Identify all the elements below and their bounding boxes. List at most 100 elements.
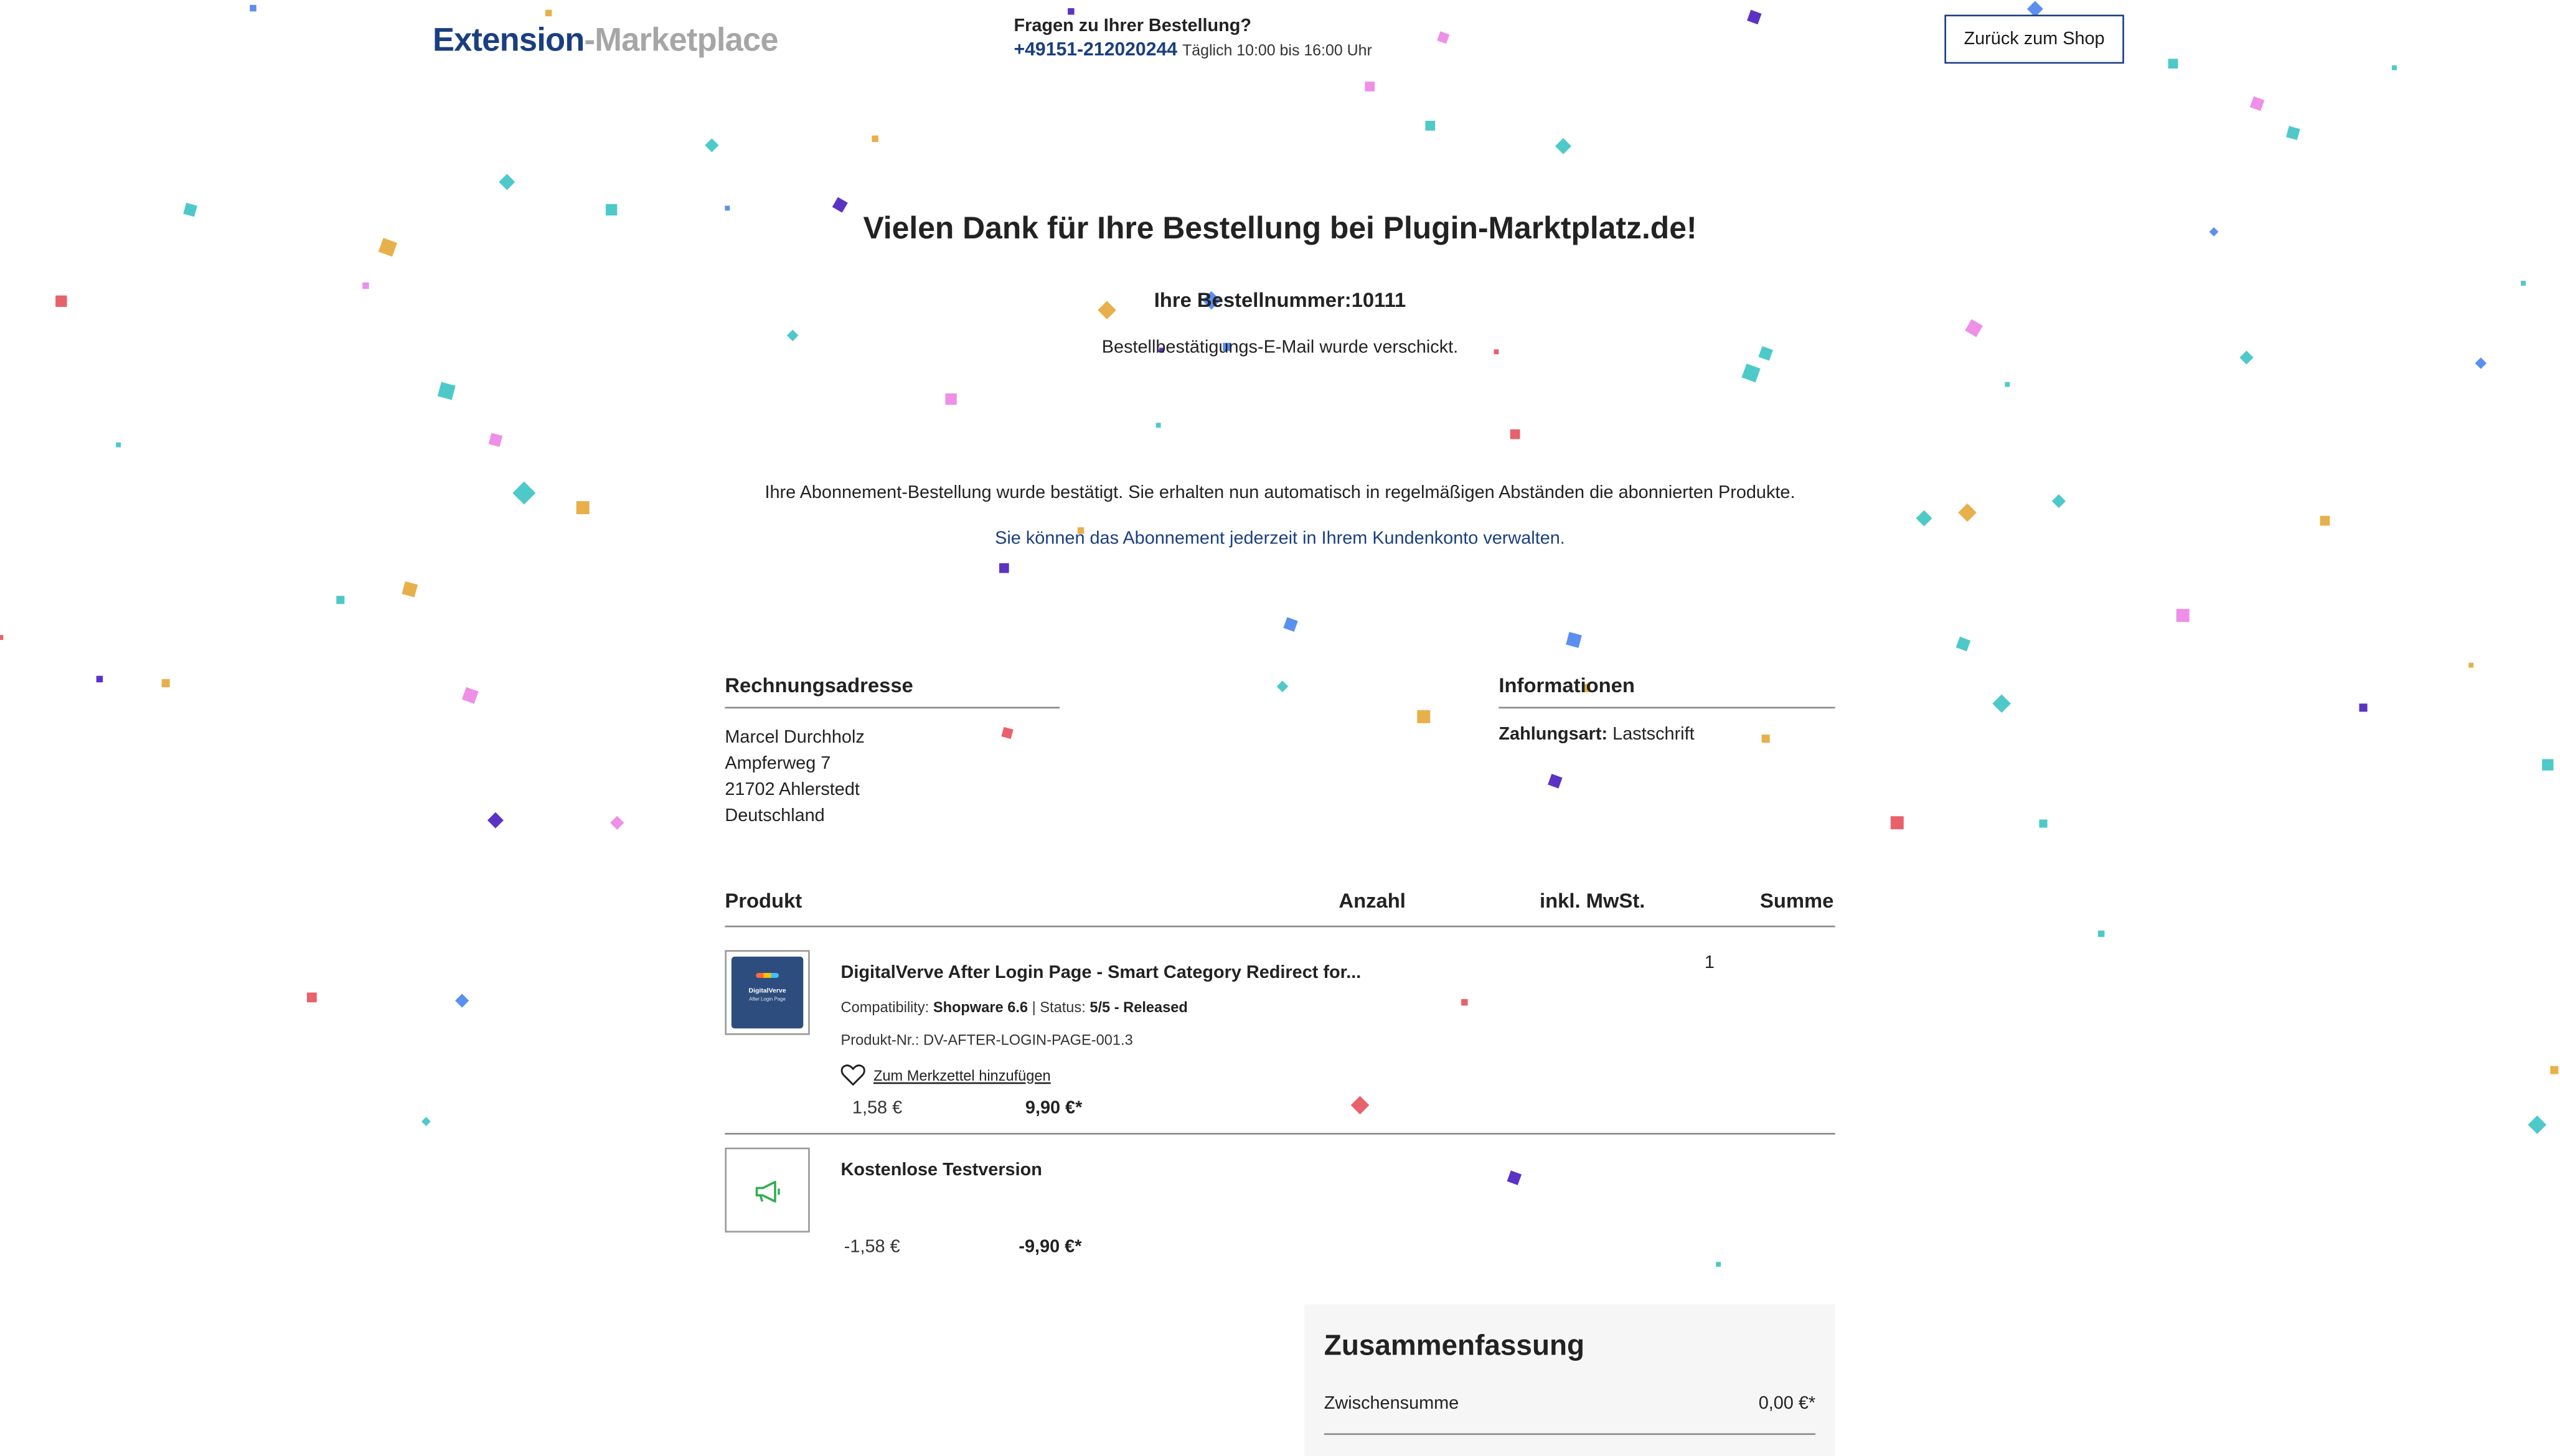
payment-method: Zahlungsart: Lastschrift xyxy=(1499,725,1694,744)
confetti-piece xyxy=(1890,816,1904,830)
free-trial-thumbnail xyxy=(725,1147,810,1233)
product-compatibility: Compatibility: Shopware 6.6 | Status: 5/… xyxy=(840,998,1188,1016)
product-logo-icon xyxy=(756,972,779,978)
confetti-piece xyxy=(1506,1170,1521,1185)
confetti-piece xyxy=(1437,31,1450,44)
product-name[interactable]: DigitalVerve After Login Page - Smart Ca… xyxy=(841,963,1362,982)
column-product: Produkt xyxy=(725,890,802,913)
logo-main-text: Extension xyxy=(432,22,585,59)
billing-street: Ampferweg 7 xyxy=(725,754,831,774)
confetti-piece xyxy=(421,1117,431,1127)
order-number-label: Ihre Bestellnummer: xyxy=(1154,289,1352,312)
confetti-piece xyxy=(1554,137,1571,154)
confetti-piece xyxy=(1761,733,1769,742)
confetti-piece xyxy=(1741,362,1760,382)
confetti-piece xyxy=(1425,121,1436,131)
confetti-piece xyxy=(831,196,847,212)
confetti-piece xyxy=(2520,279,2525,285)
confetti-piece xyxy=(1276,680,1287,692)
confetti-piece xyxy=(402,581,418,598)
summary-heading: Zusammenfassung xyxy=(1324,1328,1585,1362)
confetti-piece xyxy=(1965,319,1983,337)
confetti-piece xyxy=(1350,1096,1370,1115)
confetti-piece xyxy=(96,675,103,683)
confetti-piece xyxy=(610,815,624,830)
confetti-piece xyxy=(724,205,729,210)
free-trial-tax: -1,58 € xyxy=(844,1237,900,1257)
compat-label: Compatibility: xyxy=(840,998,929,1016)
free-trial-name: Kostenlose Testversion xyxy=(840,1160,1042,1181)
heart-icon xyxy=(840,1064,865,1086)
free-trial-sum: -9,90 €* xyxy=(1019,1237,1082,1257)
subtotal-value: 0,00 €* xyxy=(1758,1394,1816,1414)
confetti-piece xyxy=(497,173,514,190)
confetti-piece xyxy=(2004,381,2009,387)
item-quantity: 1 xyxy=(1704,953,1715,973)
compat-value: Shopware 6.6 xyxy=(933,998,1028,1016)
confetti-piece xyxy=(2541,758,2553,770)
payment-label: Zahlungsart: xyxy=(1499,725,1608,744)
status-label: Status: xyxy=(1040,998,1086,1016)
page-title: Vielen Dank für Ihre Bestellung bei Plug… xyxy=(863,212,1697,247)
subscription-notice: Ihre Abonnement-Bestellung wurde bestäti… xyxy=(765,483,1795,503)
confetti-piece xyxy=(2285,125,2300,139)
confetti-piece xyxy=(2391,64,2396,70)
thumb-subtitle: After Login Page xyxy=(749,995,786,1003)
sku-value: DV-AFTER-LOGIN-PAGE-001.3 xyxy=(923,1031,1133,1048)
confetti-piece xyxy=(1958,503,1977,522)
billing-heading: Rechnungsadresse xyxy=(725,674,1060,709)
thumb-title: DigitalVerve xyxy=(748,985,786,995)
billing-country: Deutschland xyxy=(725,806,825,826)
confetti-piece xyxy=(2038,819,2047,827)
confetti-piece xyxy=(1915,509,1932,526)
confetti-piece xyxy=(2358,702,2367,712)
manage-subscription-link[interactable]: Sie können das Abonnement jederzeit in I… xyxy=(0,529,2560,548)
logo[interactable]: Extension-Marketplace xyxy=(432,22,779,60)
confetti-piece xyxy=(2549,1065,2558,1074)
add-to-wishlist-button[interactable]: Zum Merkzettel hinzufügen xyxy=(840,1064,1051,1086)
confetti-piece xyxy=(1155,421,1160,427)
confetti-piece xyxy=(999,563,1009,573)
confetti-piece xyxy=(1068,8,1075,15)
confetti-piece xyxy=(1546,773,1562,788)
order-number-value: 10111 xyxy=(1351,289,1406,312)
confetti-piece xyxy=(2097,930,2105,937)
confetti-piece xyxy=(335,594,344,603)
mail-sent-notice: Bestellbestätigungs-E-Mail wurde verschi… xyxy=(1101,337,1459,358)
help-contact: Fragen zu Ihrer Bestellung? +49151-21202… xyxy=(1014,16,1372,60)
column-quantity: Anzahl xyxy=(1339,890,1406,913)
confetti-piece xyxy=(944,392,956,405)
confetti-piece xyxy=(0,634,2,639)
confetti-piece xyxy=(2176,609,2190,622)
confetti-piece xyxy=(1417,710,1431,723)
confetti-piece xyxy=(2528,1115,2547,1134)
product-thumbnail[interactable]: DigitalVerve After Login Page xyxy=(725,950,810,1035)
column-sum: Summe xyxy=(1760,890,1834,913)
confetti-piece xyxy=(2474,356,2486,369)
confetti-piece xyxy=(705,138,719,153)
confetti-piece xyxy=(1955,636,1970,651)
billing-city: 21702 Ahlerstedt xyxy=(725,780,860,801)
confetti-piece xyxy=(461,687,479,704)
confetti-piece xyxy=(455,993,469,1008)
confetti-piece xyxy=(1566,632,1582,648)
order-summary: Zusammenfassung Zwischensumme 0,00 €* xyxy=(1304,1304,1835,1456)
confetti-piece xyxy=(115,441,120,447)
confetti-piece xyxy=(1746,9,1761,24)
subtotal-label: Zwischensumme xyxy=(1324,1394,1459,1414)
status-value: 5/5 - Released xyxy=(1089,998,1188,1016)
phone-link[interactable]: +49151-212020244 xyxy=(1014,41,1177,60)
wishlist-label: Zum Merkzettel hinzufügen xyxy=(873,1066,1051,1083)
megaphone-icon xyxy=(755,1180,780,1203)
confetti-piece xyxy=(1992,694,2011,713)
confetti-piece xyxy=(436,381,455,400)
back-to-shop-button[interactable]: Zurück zum Shop xyxy=(1944,14,2124,64)
confetti-piece xyxy=(872,135,878,143)
confetti-piece xyxy=(486,811,503,828)
order-number: Ihre Bestellnummer:10111 xyxy=(0,289,2560,312)
order-confirmation-page: Extension-Marketplace Fragen zu Ihrer Be… xyxy=(0,0,2560,1456)
confetti-piece xyxy=(1510,429,1520,439)
billing-name: Marcel Durchholz xyxy=(725,728,865,748)
confetti-piece xyxy=(487,432,502,446)
confetti-piece xyxy=(1715,1261,1720,1266)
